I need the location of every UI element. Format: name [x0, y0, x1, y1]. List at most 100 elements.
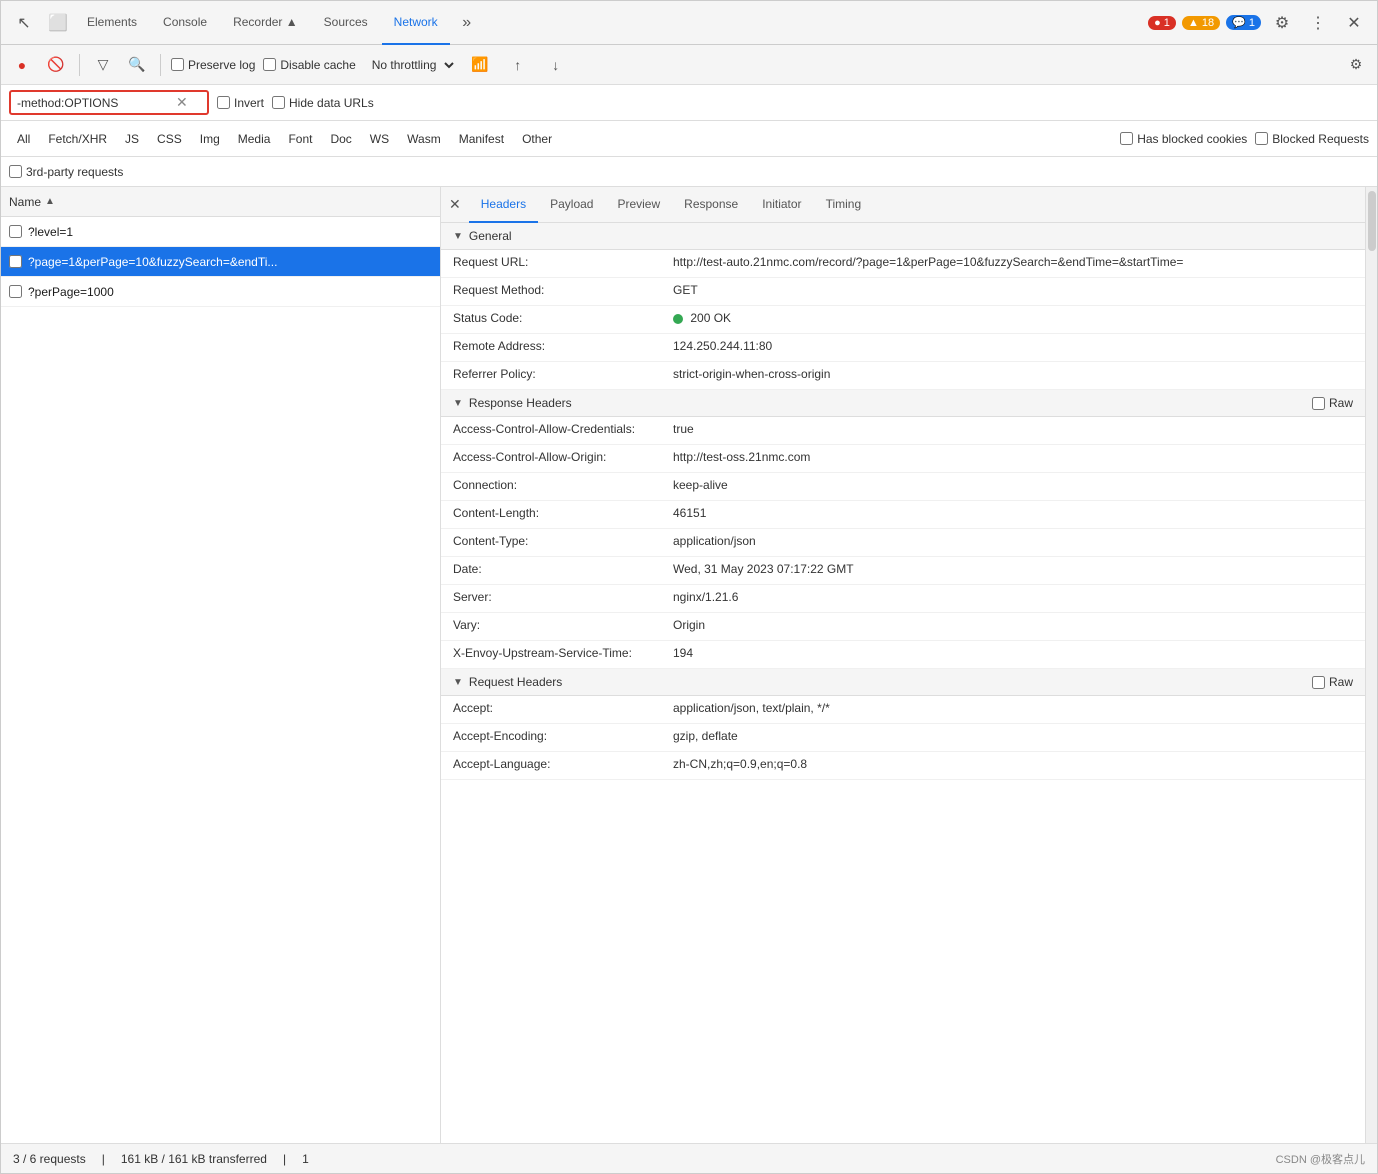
tab-network[interactable]: Network [382, 1, 450, 45]
right-scrollbar[interactable] [1365, 187, 1377, 1143]
res-date-key: Date: [453, 562, 673, 576]
more-options-icon[interactable]: ⋮ [1303, 8, 1333, 38]
third-party-label[interactable]: 3rd-party requests [9, 165, 123, 179]
tab-sources[interactable]: Sources [312, 1, 380, 45]
third-party-checkbox[interactable] [9, 165, 22, 178]
filter-tab-font[interactable]: Font [280, 128, 320, 150]
third-party-text: 3rd-party requests [26, 165, 123, 179]
detail-tab-preview[interactable]: Preview [605, 187, 672, 223]
wifi-icon[interactable]: 📶 [465, 50, 495, 80]
request-row[interactable]: ?level=1 [1, 217, 440, 247]
filter-tab-ws[interactable]: WS [362, 128, 397, 150]
error-badge: ● 1 [1148, 16, 1176, 30]
detail-content: ▼ General Request URL: http://test-auto.… [441, 223, 1365, 1143]
filter-tab-manifest[interactable]: Manifest [451, 128, 512, 150]
hide-data-urls-checkbox[interactable] [272, 96, 285, 109]
preserve-log-checkbox[interactable] [171, 58, 184, 71]
hide-data-urls-label[interactable]: Hide data URLs [272, 96, 374, 110]
more-tabs-icon[interactable]: » [452, 8, 482, 38]
device-icon[interactable]: ⬜ [43, 8, 73, 38]
res-envoy-val: 194 [673, 646, 1353, 660]
status-separator-2: | [283, 1152, 286, 1166]
request-raw-checkbox[interactable] [1312, 676, 1325, 689]
res-content-length-row: Content-Length: 46151 [441, 501, 1365, 529]
disable-cache-label[interactable]: Disable cache [263, 58, 355, 72]
watermark: CSDN @极客点儿 [1276, 1151, 1365, 1167]
tab-elements[interactable]: Elements [75, 1, 149, 45]
tab-console[interactable]: Console [151, 1, 219, 45]
response-headers-section-header[interactable]: ▼ Response Headers Raw [441, 390, 1365, 417]
toolbar-settings-icon[interactable]: ⚙ [1343, 52, 1369, 78]
res-credentials-val: true [673, 422, 1353, 436]
invert-checkbox[interactable] [217, 96, 230, 109]
res-server-val: nginx/1.21.6 [673, 590, 1353, 604]
request-headers-title: Request Headers [469, 675, 562, 689]
status-num: 1 [302, 1152, 309, 1166]
general-method-row: Request Method: GET [441, 278, 1365, 306]
has-blocked-cookies-label[interactable]: Has blocked cookies [1120, 132, 1247, 146]
tab-recorder[interactable]: Recorder ▲ [221, 1, 310, 45]
request-checkbox-3[interactable] [9, 285, 22, 298]
req-accept-language-key: Accept-Language: [453, 757, 673, 771]
filter-tab-fetch-xhr[interactable]: Fetch/XHR [40, 128, 115, 150]
request-list: Name ▲ ?level=1 ?page=1&perPage=10&fuzzy… [1, 187, 441, 1143]
detail-tab-headers[interactable]: Headers [469, 187, 538, 223]
req-accept-encoding-key: Accept-Encoding: [453, 729, 673, 743]
invert-label[interactable]: Invert [217, 96, 264, 110]
req-accept-language-row: Accept-Language: zh-CN,zh;q=0.9,en;q=0.8 [441, 752, 1365, 780]
filter-tab-js[interactable]: JS [117, 128, 147, 150]
has-blocked-cookies-checkbox[interactable] [1120, 132, 1133, 145]
scrollbar-thumb[interactable] [1368, 191, 1376, 251]
request-checkbox-2[interactable] [9, 255, 22, 268]
filter-tab-media[interactable]: Media [230, 128, 279, 150]
filter-tab-doc[interactable]: Doc [322, 128, 359, 150]
filter-tab-other[interactable]: Other [514, 128, 560, 150]
detail-tab-response[interactable]: Response [672, 187, 750, 223]
col-name-header: Name ▲ [9, 195, 432, 209]
throttle-select[interactable]: No throttling [364, 55, 457, 75]
general-section: ▼ General Request URL: http://test-auto.… [441, 223, 1365, 390]
disable-cache-checkbox[interactable] [263, 58, 276, 71]
filter-tab-wasm[interactable]: Wasm [399, 128, 449, 150]
general-method-key: Request Method: [453, 283, 673, 297]
filter-tab-img[interactable]: Img [192, 128, 228, 150]
response-raw-checkbox[interactable] [1312, 397, 1325, 410]
res-server-key: Server: [453, 590, 673, 604]
request-headers-triangle-icon: ▼ [453, 677, 463, 688]
filter-tab-css[interactable]: CSS [149, 128, 190, 150]
request-checkbox-1[interactable] [9, 225, 22, 238]
filter-icon[interactable]: ▽ [90, 52, 116, 78]
close-icon[interactable]: ✕ [1339, 8, 1369, 38]
clear-button[interactable]: 🚫 [43, 52, 69, 78]
detail-close-icon[interactable]: ✕ [449, 196, 461, 213]
main-content: Name ▲ ?level=1 ?page=1&perPage=10&fuzzy… [1, 187, 1377, 1143]
general-title: General [469, 229, 512, 243]
cursor-icon[interactable]: ↖ [9, 8, 39, 38]
detail-tab-initiator[interactable]: Initiator [750, 187, 813, 223]
settings-icon[interactable]: ⚙ [1267, 8, 1297, 38]
preserve-log-label[interactable]: Preserve log [171, 58, 255, 72]
filter-tab-all[interactable]: All [9, 128, 38, 150]
general-method-val: GET [673, 283, 1353, 297]
res-date-val: Wed, 31 May 2023 07:17:22 GMT [673, 562, 1353, 576]
record-button[interactable]: ● [9, 52, 35, 78]
general-section-header[interactable]: ▼ General [441, 223, 1365, 250]
third-party-row: 3rd-party requests [1, 157, 1377, 187]
request-row-selected[interactable]: ?page=1&perPage=10&fuzzySearch=&endTi... [1, 247, 440, 277]
detail-tab-timing[interactable]: Timing [814, 187, 874, 223]
res-origin-row: Access-Control-Allow-Origin: http://test… [441, 445, 1365, 473]
blocked-requests-checkbox[interactable] [1255, 132, 1268, 145]
general-triangle-icon: ▼ [453, 231, 463, 242]
download-icon[interactable]: ↓ [541, 50, 571, 80]
request-headers-section-header[interactable]: ▼ Request Headers Raw [441, 669, 1365, 696]
request-row-3[interactable]: ?perPage=1000 [1, 277, 440, 307]
detail-tab-payload[interactable]: Payload [538, 187, 605, 223]
network-toolbar: ● 🚫 ▽ 🔍 Preserve log Disable cache No th… [1, 45, 1377, 85]
upload-icon[interactable]: ↑ [503, 50, 533, 80]
tab-bar-left: ↖ ⬜ [9, 8, 73, 38]
res-envoy-key: X-Envoy-Upstream-Service-Time: [453, 646, 673, 660]
filter-input[interactable] [17, 96, 172, 110]
blocked-requests-label[interactable]: Blocked Requests [1255, 132, 1369, 146]
search-icon[interactable]: 🔍 [124, 52, 150, 78]
filter-clear-icon[interactable]: ✕ [176, 94, 188, 111]
